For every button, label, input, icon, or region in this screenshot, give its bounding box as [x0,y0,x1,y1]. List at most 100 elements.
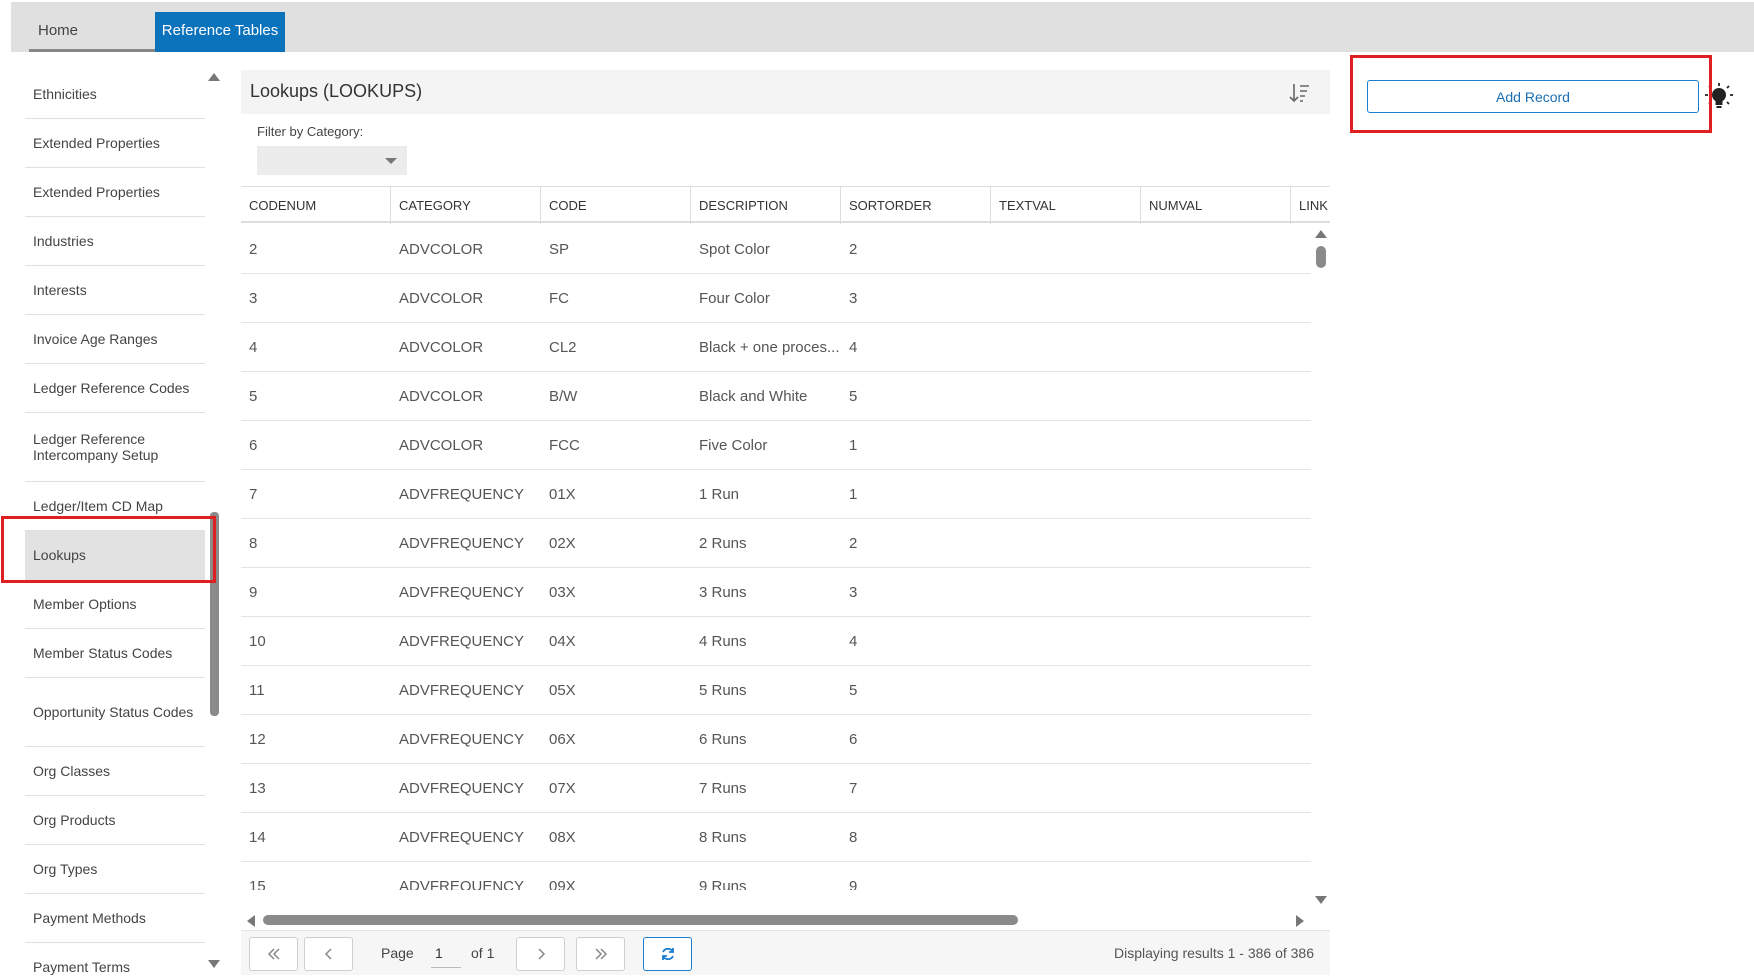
column-header-link[interactable]: LINK [1291,187,1351,224]
table-row[interactable]: 9 ADVFREQUENCY 03X 3 Runs 3 [241,568,1311,617]
cell-category: ADVFREQUENCY [399,486,525,503]
tab-reference-tables[interactable]: Reference Tables [155,12,285,52]
sidebar-item[interactable]: Ledger Reference Codes [25,364,205,413]
sidebar-item-label: Payment Methods [33,910,146,926]
table-row[interactable]: 12 ADVFREQUENCY 06X 6 Runs 6 [241,715,1311,764]
cell-sortorder: 5 [849,388,858,405]
column-header-textval[interactable]: TEXTVAL [991,187,1141,224]
prev-page-button[interactable] [304,937,353,971]
table-row[interactable]: 14 ADVFREQUENCY 08X 8 Runs 8 [241,813,1311,862]
cell-codenum: 2 [249,241,258,258]
refresh-icon [661,947,674,961]
cell-numval [1141,323,1291,372]
cell-description: 4 Runs [699,633,747,650]
cell-codenum: 7 [249,486,258,503]
cell-description: Black + one proces... [699,339,840,356]
cell-category: ADVFREQUENCY [399,633,525,650]
cell-textval [991,715,1141,764]
column-header-codenum[interactable]: CODENUM [241,187,391,224]
sidebar-item[interactable]: Org Classes [25,747,205,796]
sidebar-item-label: Extended Properties [33,135,160,151]
sort-icon[interactable] [1288,82,1310,104]
cell-codenum: 14 [249,829,266,846]
column-header-description[interactable]: DESCRIPTION [691,187,841,224]
sidebar-item[interactable]: Extended Properties [25,119,205,168]
cell-codenum: 13 [249,780,266,797]
first-page-icon [267,948,280,960]
column-header-code[interactable]: CODE [541,187,691,224]
sidebar-item[interactable]: Org Types [25,845,205,894]
filter-category-select[interactable] [257,146,407,175]
sidebar-item[interactable]: Org Products [25,796,205,845]
cell-numval [1141,715,1291,764]
table-row[interactable]: 11 ADVFREQUENCY 05X 5 Runs 5 [241,666,1311,715]
cell-link [1291,470,1311,519]
top-tab-bar: Home Reference Tables [11,2,1754,52]
cell-description: 6 Runs [699,731,747,748]
sidebar-item[interactable]: Member Options [25,580,205,629]
cell-numval [1141,617,1291,666]
sidebar-item[interactable]: Ledger Reference Intercompany Setup [25,413,205,482]
cell-code: 07X [549,780,576,797]
next-page-icon [537,948,545,960]
sidebar-item[interactable]: Opportunity Status Codes [25,678,205,747]
next-page-button[interactable] [516,937,565,971]
refresh-button[interactable] [643,937,692,971]
table-row[interactable]: 5 ADVCOLOR B/W Black and White 5 [241,372,1311,421]
pagination-bar: Page of 1 Displaying results 1 - 386 of … [241,930,1330,975]
cell-sortorder: 7 [849,780,858,797]
table-vertical-scrollbar-thumb[interactable] [1316,246,1326,268]
table-row[interactable]: 4 ADVCOLOR CL2 Black + one proces... 4 [241,323,1311,372]
cell-textval [991,666,1141,715]
column-header-sortorder[interactable]: SORTORDER [841,187,991,224]
sidebar-item[interactable]: Ethnicities [25,70,205,119]
table-row[interactable]: 15 ADVFREQUENCY 09X 9 Runs 9 [241,862,1311,890]
horizontal-scrollbar-thumb[interactable] [263,915,1018,925]
table-row[interactable]: 3 ADVCOLOR FC Four Color 3 [241,274,1311,323]
cell-codenum: 10 [249,633,266,650]
table-scroll-up-arrow[interactable] [1315,230,1327,238]
table-row[interactable]: 2 ADVCOLOR SP Spot Color 2 [241,225,1311,274]
column-header-category[interactable]: CATEGORY [391,187,541,224]
table-row[interactable]: 10 ADVFREQUENCY 04X 4 Runs 4 [241,617,1311,666]
lookups-panel: Lookups (LOOKUPS) Filter by Category: CO… [241,70,1330,975]
cell-code: 05X [549,682,576,699]
cell-numval [1141,519,1291,568]
sidebar-item-label: Opportunity Status Codes [33,704,194,720]
cell-code: 02X [549,535,576,552]
sidebar-item-label: Payment Terms [33,959,130,975]
first-page-button[interactable] [249,937,298,971]
tab-home[interactable]: Home [29,12,162,52]
cell-description: 5 Runs [699,682,747,699]
cell-description: Four Color [699,290,770,307]
last-page-button[interactable] [576,937,625,971]
sidebar-item[interactable]: Payment Terms [25,943,205,980]
sidebar-item[interactable]: Industries [25,217,205,266]
page-number-input[interactable] [431,938,461,968]
table-scroll-down-arrow[interactable] [1315,896,1327,904]
sidebar-item[interactable]: Invoice Age Ranges [25,315,205,364]
cell-numval [1141,568,1291,617]
cell-description: 2 Runs [699,535,747,552]
table-row[interactable]: 8 ADVFREQUENCY 02X 2 Runs 2 [241,519,1311,568]
page-label: Page [381,945,414,961]
sidebar-item[interactable]: Member Status Codes [25,629,205,678]
column-header-numval[interactable]: NUMVAL [1141,187,1291,224]
sidebar-scroll-up-arrow[interactable] [208,73,220,81]
cell-textval [991,568,1141,617]
sidebar-item[interactable]: Extended Properties [25,168,205,217]
scroll-left-arrow[interactable] [247,915,255,927]
table-horizontal-scrollbar[interactable] [241,912,1330,928]
table-row[interactable]: 7 ADVFREQUENCY 01X 1 Run 1 [241,470,1311,519]
table-row[interactable]: 13 ADVFREQUENCY 07X 7 Runs 7 [241,764,1311,813]
sidebar-item[interactable]: Payment Methods [25,894,205,943]
cell-textval [991,372,1141,421]
sidebar-scroll-down-arrow[interactable] [208,960,220,968]
table-row[interactable]: 6 ADVCOLOR FCC Five Color 1 [241,421,1311,470]
chevron-down-icon [385,158,397,164]
scroll-right-arrow[interactable] [1296,915,1304,927]
cell-category: ADVCOLOR [399,290,484,307]
cell-description: 1 Run [699,486,740,503]
sidebar-item[interactable]: Interests [25,266,205,315]
cell-sortorder: 3 [849,290,858,307]
